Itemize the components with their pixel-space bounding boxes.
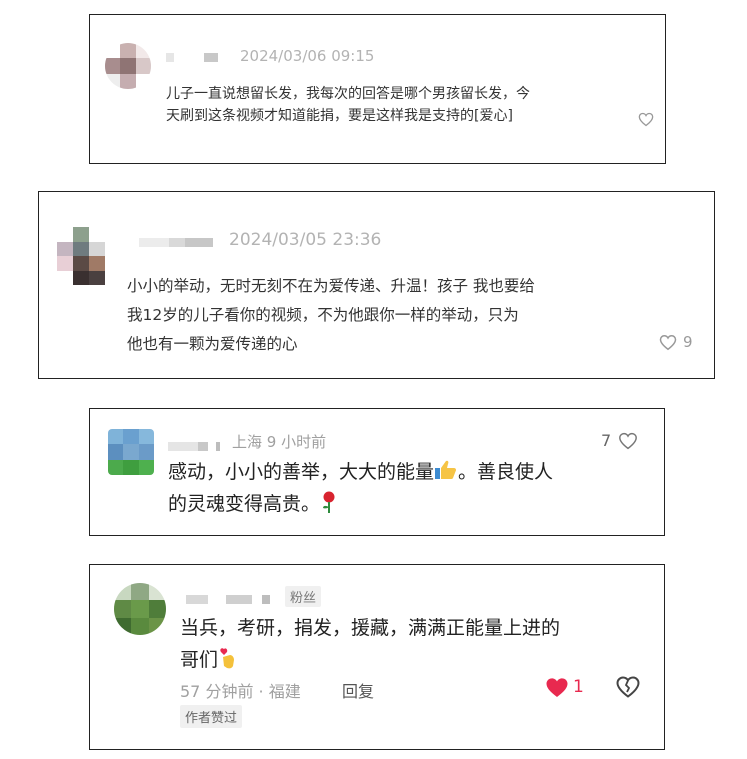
username-blurred[interactable] bbox=[186, 595, 270, 604]
avatar[interactable] bbox=[108, 429, 154, 475]
like-count: 1 bbox=[573, 677, 584, 697]
timestamp: 2024/03/06 09:15 bbox=[240, 47, 375, 65]
fan-badge: 粉丝 bbox=[285, 586, 322, 607]
username-blurred[interactable] bbox=[139, 238, 213, 247]
comment-card-1: 2024/03/06 09:15 儿子一直说想留长发，我每次的回答是哪个男孩留长… bbox=[89, 14, 666, 164]
comment-text: 感动，小小的善举，大大的能量 。善良使人 的灵魂变得高贵。 bbox=[168, 459, 554, 515]
comment-text: 小小的举动，无时无刻不在为爱传递、升温！孩子 我也要给 我12岁的儿子看你的视频… bbox=[127, 277, 535, 353]
comment-card-4: 粉丝 当兵，考研，捐发，援藏，满满正能量上进的 哥们 57 分钟前 · 福建 回… bbox=[89, 564, 665, 750]
comment-text: 当兵，考研，捐发，援藏，满满正能量上进的 哥们 bbox=[180, 617, 561, 671]
meta-location-time: 上海 9 小时前 bbox=[232, 433, 327, 451]
username-blurred[interactable] bbox=[168, 442, 220, 451]
broken-heart-icon[interactable] bbox=[616, 676, 640, 702]
username-blurred[interactable] bbox=[166, 53, 218, 62]
avatar[interactable] bbox=[57, 227, 105, 285]
avatar[interactable] bbox=[105, 43, 151, 89]
reply-button[interactable]: 回复 bbox=[342, 678, 374, 702]
avatar[interactable] bbox=[114, 583, 166, 635]
comment-text: 儿子一直说想留长发，我每次的回答是哪个男孩留长发，今 天刷到这条视频才知道能捐，… bbox=[166, 86, 530, 124]
rose-icon bbox=[320, 490, 338, 514]
heart-outline-icon[interactable] bbox=[659, 334, 677, 355]
comment-card-2: 2024/03/05 23:36 小小的举动，无时无刻不在为爱传递、升温！孩子 … bbox=[38, 191, 715, 379]
heart-outline-icon[interactable] bbox=[638, 112, 654, 131]
like-count: 9 bbox=[683, 333, 693, 351]
meta-time-location: 57 分钟前 · 福建 bbox=[180, 682, 301, 701]
like-count: 7 bbox=[601, 431, 612, 450]
fingers-heart-icon bbox=[218, 646, 238, 670]
author-liked-badge: 作者赞过 bbox=[180, 705, 243, 728]
comment-card-3: 上海 9 小时前 7 感动，小小的善举，大大的能量 。善良使人 的灵魂变得高贵。 bbox=[89, 408, 665, 536]
heart-outline-icon[interactable] bbox=[618, 432, 638, 454]
timestamp: 2024/03/05 23:36 bbox=[229, 230, 382, 250]
thumbs-up-icon bbox=[434, 459, 458, 481]
heart-filled-icon[interactable] bbox=[545, 677, 569, 702]
